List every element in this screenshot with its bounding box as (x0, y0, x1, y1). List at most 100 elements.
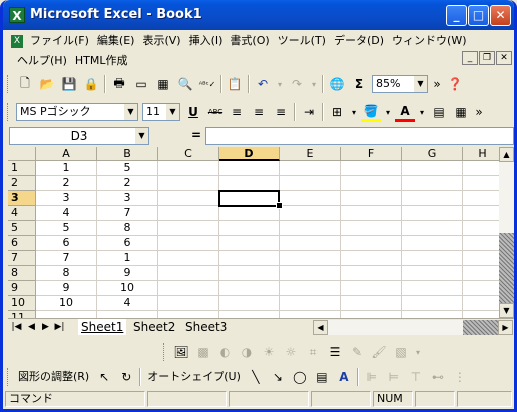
hyperlink-icon[interactable]: 🌐 (327, 74, 347, 94)
cell-c3[interactable] (158, 191, 219, 206)
less-brightness-icon[interactable]: ☼ (281, 342, 301, 362)
cell-h7[interactable] (463, 251, 499, 266)
menu-html[interactable]: HTML作成 (71, 52, 132, 70)
cell-h1[interactable] (463, 161, 499, 176)
insert-picture-icon[interactable]: 🖼 (171, 342, 191, 362)
align-objects-icon[interactable]: ⊫ (362, 367, 382, 387)
cell-e9[interactable] (280, 281, 341, 296)
cell-c11[interactable] (158, 311, 219, 318)
column-header-g[interactable]: G (402, 147, 463, 161)
fill-handle[interactable] (276, 202, 283, 209)
fill-color-icon[interactable]: 🪣 (361, 102, 381, 122)
scroll-up-icon[interactable]: ▲ (499, 147, 514, 162)
cell-c4[interactable] (158, 206, 219, 221)
new-icon[interactable]: 🗋 (15, 74, 35, 94)
font-color-icon[interactable]: A (395, 102, 415, 122)
row-header-2[interactable]: 2 (8, 176, 36, 191)
cell-e2[interactable] (280, 176, 341, 191)
cell-a7[interactable]: 7 (36, 251, 97, 266)
cell-g3[interactable] (402, 191, 463, 206)
cell-c8[interactable] (158, 266, 219, 281)
cell-c6[interactable] (158, 236, 219, 251)
cell-f2[interactable] (341, 176, 402, 191)
cell-c5[interactable] (158, 221, 219, 236)
chevron-down-icon[interactable]: ▼ (124, 104, 137, 120)
column-header-b[interactable]: B (97, 147, 158, 161)
row-header-1[interactable]: 1 (8, 161, 36, 176)
cell-g6[interactable] (402, 236, 463, 251)
cell-f1[interactable] (341, 161, 402, 176)
recolor-icon[interactable]: ✎ (347, 342, 367, 362)
formula-input[interactable] (205, 127, 514, 145)
menu-window[interactable]: ウィンドウ(W) (388, 32, 470, 50)
scroll-left-icon[interactable]: ◀ (313, 320, 328, 335)
print-icon[interactable]: 🖶 (109, 74, 129, 94)
row-header-10[interactable]: 10 (8, 296, 36, 311)
cell-d1[interactable] (219, 161, 280, 176)
cell-b5[interactable]: 8 (97, 221, 158, 236)
open-icon[interactable]: 📂 (37, 74, 57, 94)
cell-c10[interactable] (158, 296, 219, 311)
chevron-down-icon[interactable]: ▼ (135, 128, 148, 144)
cell-b7[interactable]: 1 (97, 251, 158, 266)
format-picture-icon[interactable]: 🖌 (369, 342, 389, 362)
cell-g2[interactable] (402, 176, 463, 191)
font-color-dropdown-icon[interactable]: ▾ (417, 102, 427, 122)
tab-sheet2[interactable]: Sheet2 (130, 319, 178, 335)
next-sheet-icon[interactable]: ▶ (39, 320, 52, 334)
cell-h3[interactable] (463, 191, 499, 206)
cell-d5[interactable] (219, 221, 280, 236)
active-cell-border[interactable] (218, 190, 280, 207)
phonetic-icon[interactable]: ▤ (429, 102, 449, 122)
cell-a1[interactable]: 1 (36, 161, 97, 176)
borders-dropdown-icon[interactable]: ▾ (349, 102, 359, 122)
free-rotate-icon[interactable]: ↻ (116, 367, 136, 387)
tab-sheet1[interactable]: Sheet1 (78, 319, 127, 335)
cell-e10[interactable] (280, 296, 341, 311)
align-left-icon[interactable]: ≡ (227, 102, 247, 122)
menu-edit[interactable]: 編集(E) (93, 32, 139, 50)
menu-format[interactable]: 書式(O) (226, 32, 273, 50)
chevron-down-icon[interactable]: ▼ (166, 104, 179, 120)
toolbar-grip[interactable] (7, 103, 11, 121)
row-header-3[interactable]: 3 (8, 191, 36, 206)
cell-f5[interactable] (341, 221, 402, 236)
cell-a2[interactable]: 2 (36, 176, 97, 191)
cell-a9[interactable]: 9 (36, 281, 97, 296)
horizontal-scrollbar[interactable]: ◀ ▶ (313, 320, 513, 335)
help-icon[interactable]: ❓ (445, 74, 465, 94)
cell-g8[interactable] (402, 266, 463, 281)
font-size-select[interactable]: 11 ▼ (142, 103, 180, 121)
distribute-objects-icon[interactable]: ⊨ (384, 367, 404, 387)
increase-indent-icon[interactable]: ⇥ (299, 102, 319, 122)
set-transparent-icon[interactable]: ▧ (391, 342, 411, 362)
autosum-icon[interactable]: Σ (349, 74, 369, 94)
cell-h9[interactable] (463, 281, 499, 296)
menu-data[interactable]: データ(D) (330, 32, 388, 50)
menu-file[interactable]: ファイル(F) (26, 32, 93, 50)
cell-a5[interactable]: 5 (36, 221, 97, 236)
cell-h4[interactable] (463, 206, 499, 221)
cell-h10[interactable] (463, 296, 499, 311)
workbook-icon[interactable]: X (11, 34, 23, 48)
cell-g10[interactable] (402, 296, 463, 311)
maximize-button[interactable]: □ (468, 5, 489, 26)
crop-icon[interactable]: ⌗ (303, 342, 323, 362)
underline-button[interactable]: U (183, 102, 203, 122)
row-header-9[interactable]: 9 (8, 281, 36, 296)
cell-f8[interactable] (341, 266, 402, 281)
row-header-8[interactable]: 8 (8, 266, 36, 281)
cell-h2[interactable] (463, 176, 499, 191)
column-header-e[interactable]: E (280, 147, 341, 161)
cell-g11[interactable] (402, 311, 463, 318)
cell-g7[interactable] (402, 251, 463, 266)
row-header-6[interactable]: 6 (8, 236, 36, 251)
menu-insert[interactable]: 挿入(I) (185, 32, 227, 50)
permission-icon[interactable]: 🔒 (81, 74, 101, 94)
cell-h6[interactable] (463, 236, 499, 251)
row-header-11[interactable]: 11 (8, 311, 36, 318)
align-top-icon[interactable]: ⊤ (406, 367, 426, 387)
redo-dropdown-icon[interactable]: ▾ (309, 74, 319, 94)
cell-f7[interactable] (341, 251, 402, 266)
line-icon[interactable]: ╲ (246, 367, 266, 387)
